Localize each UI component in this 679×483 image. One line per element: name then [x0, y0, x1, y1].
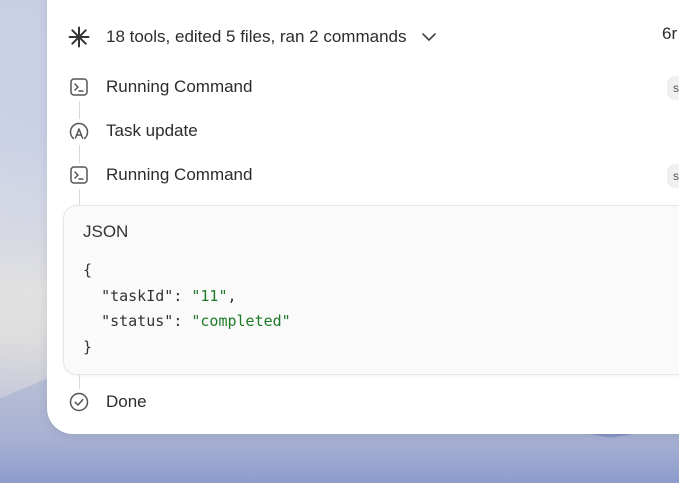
- command-badge[interactable]: s: [667, 164, 679, 188]
- terminal-icon: [70, 166, 88, 184]
- json-string-value: "completed": [191, 312, 291, 330]
- json-output-title: JSON: [83, 222, 129, 241]
- json-string-value: "11": [191, 286, 228, 305]
- step-running-command[interactable]: Running Command: [68, 74, 252, 100]
- step-label: Done: [106, 392, 147, 411]
- timeline-connector: [79, 189, 80, 205]
- timeline-connector: [79, 373, 80, 389]
- activity-summary-toggle[interactable]: 18 tools, edited 5 files, ran 2 commands: [68, 22, 437, 52]
- step-label: Running Command: [106, 77, 253, 96]
- json-code: { "taskId": "11", "status": "completed" …: [83, 261, 291, 356]
- asterisk-icon: [68, 26, 90, 48]
- json-output-block: JSON { "taskId": "11", "status": "comple…: [63, 205, 679, 375]
- timeline-connector: [79, 101, 80, 119]
- chevron-down-icon[interactable]: [421, 29, 437, 45]
- step-done: Done: [68, 389, 147, 415]
- elapsed-time: 6r: [662, 24, 678, 43]
- json-key: "taskId": [101, 286, 174, 305]
- step-task-update[interactable]: Task update: [68, 118, 198, 144]
- activity-summary-text: 18 tools, edited 5 files, ran 2 commands: [106, 27, 407, 46]
- code-brace-close: }: [83, 337, 93, 356]
- step-label: Running Command: [106, 165, 253, 184]
- code-brace-open: {: [83, 261, 93, 279]
- command-badge[interactable]: s: [667, 76, 679, 100]
- terminal-icon: [70, 78, 88, 96]
- json-key: "status": [101, 312, 174, 330]
- step-label: Task update: [106, 121, 198, 140]
- task-update-icon: [69, 122, 89, 140]
- timeline-connector: [79, 145, 80, 163]
- step-running-command[interactable]: Running Command: [68, 162, 252, 188]
- check-circle-icon: [69, 392, 89, 412]
